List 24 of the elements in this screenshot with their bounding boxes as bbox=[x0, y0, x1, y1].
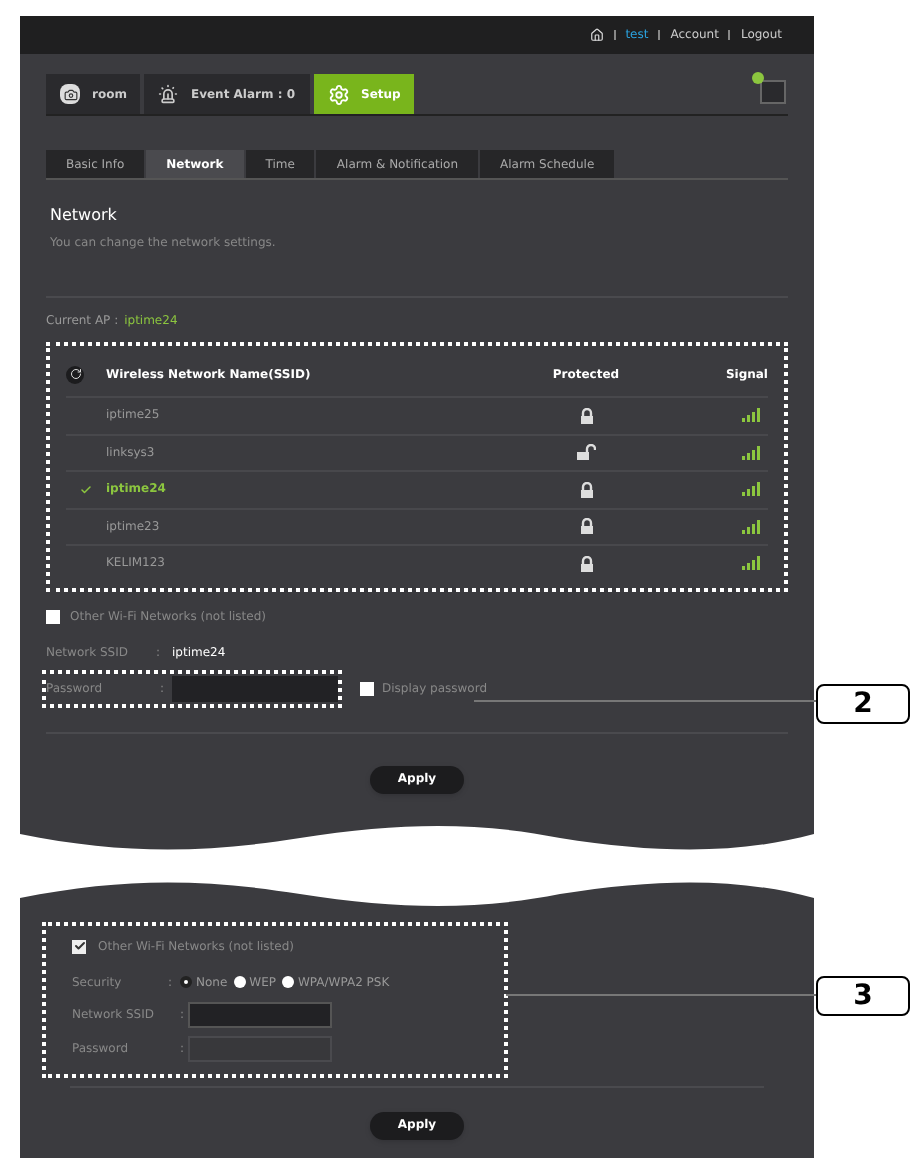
badge-icon bbox=[752, 72, 764, 84]
checkbox[interactable] bbox=[46, 609, 60, 623]
signal-icon bbox=[742, 556, 760, 571]
callout-number: 2 bbox=[816, 684, 910, 724]
signal-icon bbox=[742, 482, 760, 497]
radio-button[interactable] bbox=[282, 976, 294, 988]
ssid-field[interactable] bbox=[188, 1001, 332, 1027]
signal-icon bbox=[742, 519, 760, 534]
password-field[interactable] bbox=[172, 675, 338, 701]
screen-icon[interactable] bbox=[760, 80, 786, 104]
signal-icon bbox=[742, 408, 760, 423]
signal-icon bbox=[742, 445, 760, 460]
check-icon bbox=[80, 483, 92, 496]
camera-icon bbox=[60, 84, 80, 104]
radio-button[interactable] bbox=[233, 976, 246, 988]
callout-number: 3 bbox=[816, 976, 910, 1016]
checkbox[interactable] bbox=[72, 939, 86, 953]
radio-button[interactable] bbox=[180, 976, 192, 988]
siren-icon bbox=[158, 84, 179, 104]
refresh-button[interactable] bbox=[66, 365, 84, 383]
home-icon[interactable] bbox=[589, 28, 604, 42]
section-title: Network bbox=[50, 204, 119, 228]
checkbox[interactable] bbox=[360, 681, 374, 695]
gear-icon bbox=[327, 83, 349, 105]
